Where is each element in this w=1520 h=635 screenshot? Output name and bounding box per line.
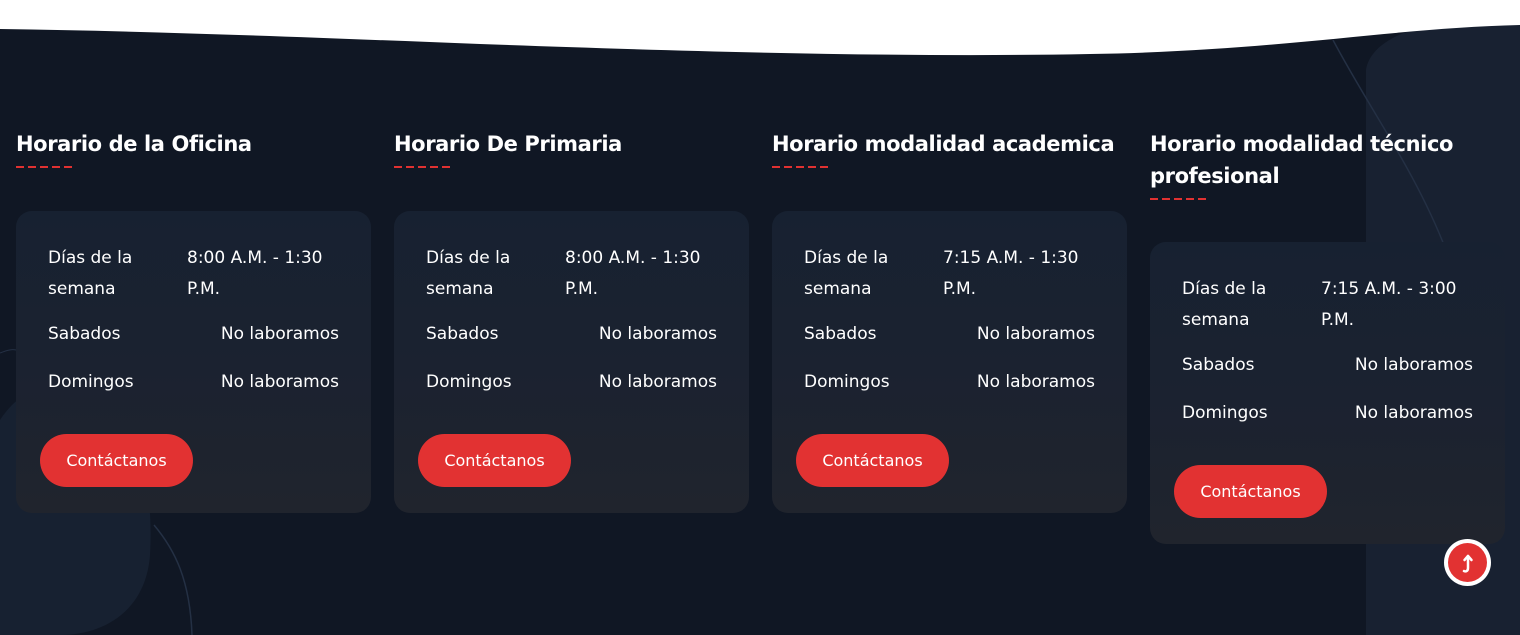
arrow-up-icon [1462,554,1473,573]
row-label: Domingos [48,372,134,392]
scroll-to-top-button[interactable] [1444,539,1491,586]
row-value: No laboramos [1354,355,1473,375]
row-value: 7:15 A.M. - 3:00 P.M. [1321,279,1457,330]
schedule-row-weekdays: Días de la semana 8:00 A.M. - 1:30 P.M. [426,243,717,305]
schedule-row-saturday: Sabados No laboramos [1182,350,1473,381]
row-value: No laboramos [976,372,1095,392]
schedule-column-oficina: Horario de la Oficina Días de la semana … [16,128,371,513]
schedule-title: Horario modalidad técnico profesional [1150,132,1454,188]
row-label: Domingos [1182,403,1268,423]
schedule-title: Horario de la Oficina [16,132,252,156]
row-value: No laboramos [976,324,1095,344]
contact-button[interactable]: Contáctanos [40,434,193,487]
row-label: Domingos [426,372,512,392]
schedule-card: Días de la semana 8:00 A.M. - 1:30 P.M. … [16,211,371,513]
schedule-row-sunday: Domingos No laboramos [804,367,1095,398]
contact-button[interactable]: Contáctanos [796,434,949,487]
row-value: 8:00 A.M. - 1:30 P.M. [187,248,323,299]
schedule-row-saturday: Sabados No laboramos [426,319,717,350]
schedule-row-weekdays: Días de la semana 7:15 A.M. - 3:00 P.M. [1182,274,1473,336]
row-value: No laboramos [598,372,717,392]
row-label: Domingos [804,372,890,392]
row-label: Días de la semana [48,248,133,299]
schedule-section: Horario de la Oficina Días de la semana … [0,0,1520,635]
row-label: Días de la semana [426,248,511,299]
schedule-column-primaria: Horario De Primaria Días de la semana 8:… [394,128,749,513]
title-underline [16,162,74,172]
schedule-row-sunday: Domingos No laboramos [1182,398,1473,429]
row-value: 7:15 A.M. - 1:30 P.M. [943,248,1079,299]
schedule-card: Días de la semana 8:00 A.M. - 1:30 P.M. … [394,211,749,513]
schedule-row-weekdays: Días de la semana 8:00 A.M. - 1:30 P.M. [48,243,339,305]
title-underline [1150,194,1208,204]
row-value: No laboramos [598,324,717,344]
row-label: Días de la semana [1182,279,1267,330]
title-underline [394,162,452,172]
row-label: Sabados [1182,355,1255,375]
title-underline [772,162,830,172]
schedule-row-saturday: Sabados No laboramos [48,319,339,350]
schedule-column-academica: Horario modalidad academica Días de la s… [772,128,1127,513]
row-value: No laboramos [1354,403,1473,423]
schedule-row-sunday: Domingos No laboramos [48,367,339,398]
schedule-title: Horario modalidad academica [772,132,1115,156]
row-label: Sabados [804,324,877,344]
schedule-row-saturday: Sabados No laboramos [804,319,1095,350]
schedule-row-sunday: Domingos No laboramos [426,367,717,398]
row-value: No laboramos [220,372,339,392]
schedule-column-tecnico: Horario modalidad técnico profesional Dí… [1150,128,1505,544]
schedule-card: Días de la semana 7:15 A.M. - 3:00 P.M. … [1150,242,1505,544]
row-value: 8:00 A.M. - 1:30 P.M. [565,248,701,299]
row-label: Días de la semana [804,248,889,299]
contact-button[interactable]: Contáctanos [418,434,571,487]
top-wave-divider [0,0,1520,56]
scroll-to-top-inner[interactable] [1448,543,1487,582]
contact-button[interactable]: Contáctanos [1174,465,1327,518]
schedule-card: Días de la semana 7:15 A.M. - 1:30 P.M. … [772,211,1127,513]
row-value: No laboramos [220,324,339,344]
row-label: Sabados [48,324,121,344]
schedule-row-weekdays: Días de la semana 7:15 A.M. - 1:30 P.M. [804,243,1095,305]
schedule-title: Horario De Primaria [394,132,622,156]
row-label: Sabados [426,324,499,344]
